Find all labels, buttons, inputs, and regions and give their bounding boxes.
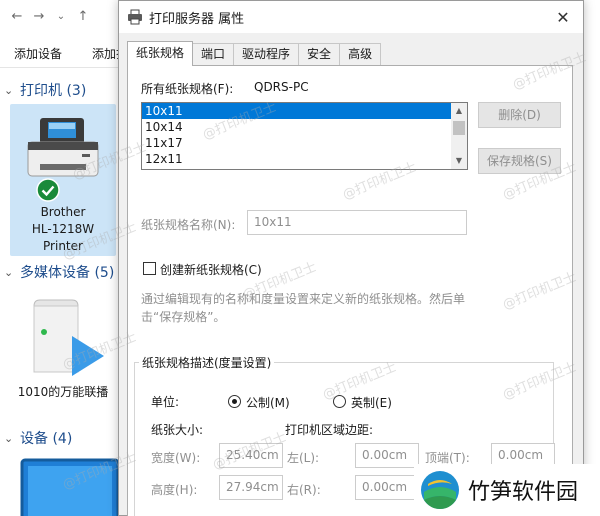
- width-input[interactable]: 25.40cm: [219, 443, 283, 468]
- media-tile-label: 1010的万能联播: [17, 385, 109, 399]
- chevron-down-icon: ⌄: [4, 83, 14, 97]
- server-name: QDRS-PC: [254, 80, 309, 94]
- metric-radio[interactable]: [228, 395, 241, 408]
- list-item[interactable]: 12x11: [142, 151, 467, 167]
- tab-security[interactable]: 安全: [298, 43, 341, 65]
- height-label: 高度(H):: [151, 483, 198, 497]
- dialog-tabs: 纸张规格 端口 驱动程序 安全 高级: [127, 41, 382, 66]
- list-item[interactable]: 10x14: [142, 119, 467, 135]
- tab-forms[interactable]: 纸张规格: [127, 41, 194, 66]
- group-devices-label: 设备 (4): [20, 431, 73, 447]
- height-input[interactable]: 27.94cm: [219, 475, 283, 500]
- printer-tile-brother[interactable]: Brother HL-1218W Printer: [10, 104, 116, 256]
- form-name-label: 纸张规格名称(N):: [141, 218, 236, 232]
- media-tile[interactable]: 1010的万能联播: [10, 286, 116, 406]
- scrollbar-thumb[interactable]: [453, 121, 465, 135]
- forms-tab-panel: 所有纸张规格(F): QDRS-PC 10x11 10x14 11x17 12x…: [127, 65, 573, 516]
- groupbox-title: 纸张规格描述(度量设置): [139, 354, 275, 371]
- all-forms-label: 所有纸张规格(F):: [141, 82, 234, 96]
- form-name-input[interactable]: 10x11: [247, 210, 467, 235]
- dialog-title: 打印服务器 属性: [149, 11, 245, 27]
- brand-name: 竹笋软件园: [468, 480, 579, 505]
- close-icon[interactable]: ✕: [543, 1, 583, 33]
- save-form-button[interactable]: 保存规格(S): [478, 148, 561, 174]
- up-arrow-icon[interactable]: ↑: [76, 9, 90, 24]
- media-server-icon: [33, 299, 104, 376]
- group-multimedia[interactable]: ⌄ 多媒体设备 (5): [4, 262, 114, 282]
- tab-advanced[interactable]: 高级: [339, 43, 382, 65]
- default-check-icon: [36, 178, 60, 202]
- printer-name-line1: Brother: [40, 205, 86, 219]
- brand-logo: 竹笋软件园: [414, 464, 600, 516]
- forms-listbox[interactable]: 10x11 10x14 11x17 12x11 ▲ ▼: [141, 102, 468, 170]
- group-devices[interactable]: ⌄ 设备 (4): [4, 428, 72, 448]
- explorer-toolbar: 添加设备 添加打: [0, 38, 130, 68]
- printer-icon: [27, 118, 99, 177]
- delete-button[interactable]: 删除(D): [478, 102, 561, 128]
- paper-size-label: 纸张大小:: [151, 423, 204, 437]
- group-printers[interactable]: ⌄ 打印机 (3): [4, 80, 86, 100]
- printer-name-line3: Printer: [43, 239, 83, 253]
- explorer-nav: ← → ⌄ ↑: [0, 0, 130, 32]
- left-margin-label: 左(L):: [287, 451, 320, 465]
- width-label: 宽度(W):: [151, 451, 201, 465]
- right-margin-input[interactable]: 0.00cm: [355, 475, 419, 500]
- scroll-down-icon[interactable]: ▼: [451, 153, 467, 169]
- tab-ports[interactable]: 端口: [192, 43, 235, 65]
- forms-list-scrollbar[interactable]: ▲ ▼: [451, 103, 467, 169]
- units-label: 单位:: [151, 395, 180, 409]
- english-radio[interactable]: [333, 395, 346, 408]
- right-margin-label: 右(R):: [287, 483, 321, 497]
- chevron-down-icon: ⌄: [4, 265, 14, 279]
- create-new-form-label[interactable]: 创建新纸张规格(C): [160, 261, 262, 278]
- group-printers-label: 打印机 (3): [20, 83, 87, 99]
- dialog-titlebar[interactable]: 打印服务器 属性 ✕: [119, 1, 583, 33]
- print-server-properties-dialog: 打印服务器 属性 ✕ 纸张规格 端口 驱动程序 安全 高级 所有纸张规格(F):…: [118, 0, 584, 516]
- scroll-up-icon[interactable]: ▲: [451, 103, 467, 119]
- printer-area-label: 打印机区域边距:: [285, 423, 374, 437]
- chevron-down-icon: ⌄: [4, 431, 14, 445]
- list-item[interactable]: 10x11: [142, 103, 467, 119]
- printer-small-icon: [128, 9, 142, 25]
- back-arrow-icon[interactable]: ←: [10, 9, 24, 24]
- description-text: 通过编辑现有的名称和度量设置来定义新的纸张规格。然后单击“保存规格”。: [141, 292, 466, 324]
- left-margin-input[interactable]: 0.00cm: [355, 443, 419, 468]
- create-new-form-checkbox[interactable]: [143, 262, 156, 275]
- english-label[interactable]: 英制(E): [351, 394, 392, 411]
- chevron-down-icon[interactable]: ⌄: [54, 11, 68, 22]
- bamboo-logo-icon: [421, 471, 459, 509]
- monitor-icon: [20, 458, 120, 516]
- forward-arrow-icon[interactable]: →: [32, 9, 46, 24]
- printer-name-line2: HL-1218W: [31, 222, 95, 236]
- add-device-button[interactable]: 添加设备: [14, 45, 62, 62]
- tab-drivers[interactable]: 驱动程序: [233, 43, 300, 65]
- list-item[interactable]: 11x17: [142, 135, 467, 151]
- metric-label[interactable]: 公制(M): [246, 394, 290, 411]
- group-multimedia-label: 多媒体设备 (5): [20, 265, 115, 281]
